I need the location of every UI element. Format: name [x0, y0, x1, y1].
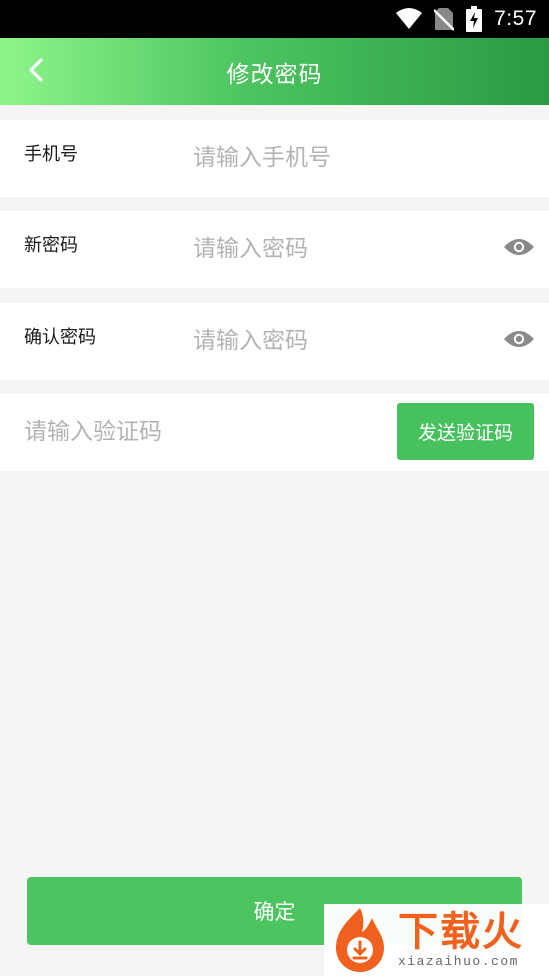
eye-icon: [503, 237, 535, 261]
new-password-row: 新密码: [0, 211, 549, 288]
new-password-visibility-toggle[interactable]: [503, 233, 535, 265]
new-password-input[interactable]: [193, 227, 483, 271]
confirm-password-row: 确认密码: [0, 303, 549, 380]
app-bar: 修改密码: [0, 38, 549, 105]
page-title: 修改密码: [226, 61, 323, 88]
confirm-password-input[interactable]: [193, 319, 483, 363]
watermark: 下载火 xiazaihuo.com: [324, 904, 549, 976]
status-time: 7:57: [494, 7, 537, 30]
watermark-url: xiazaihuo.com: [398, 954, 519, 969]
eye-icon: [503, 329, 535, 353]
new-password-label: 新密码: [24, 235, 78, 256]
phone-input[interactable]: [193, 136, 483, 180]
no-sim-icon: [434, 7, 455, 31]
battery-charging-icon: [466, 6, 483, 32]
phone-row: 手机号: [0, 120, 549, 197]
confirm-password-visibility-toggle[interactable]: [503, 325, 535, 357]
flame-logo-icon: [324, 904, 396, 976]
confirm-password-label: 确认密码: [24, 327, 96, 348]
back-button[interactable]: [14, 50, 58, 94]
status-bar: 7:57: [0, 0, 549, 38]
chevron-left-icon: [26, 57, 46, 87]
watermark-title: 下载火: [398, 909, 524, 955]
verification-code-row: 发送验证码: [0, 394, 549, 471]
verification-code-input[interactable]: [24, 410, 364, 454]
send-code-button[interactable]: 发送验证码: [397, 403, 534, 460]
phone-label: 手机号: [24, 144, 78, 165]
wifi-icon: [396, 8, 423, 30]
